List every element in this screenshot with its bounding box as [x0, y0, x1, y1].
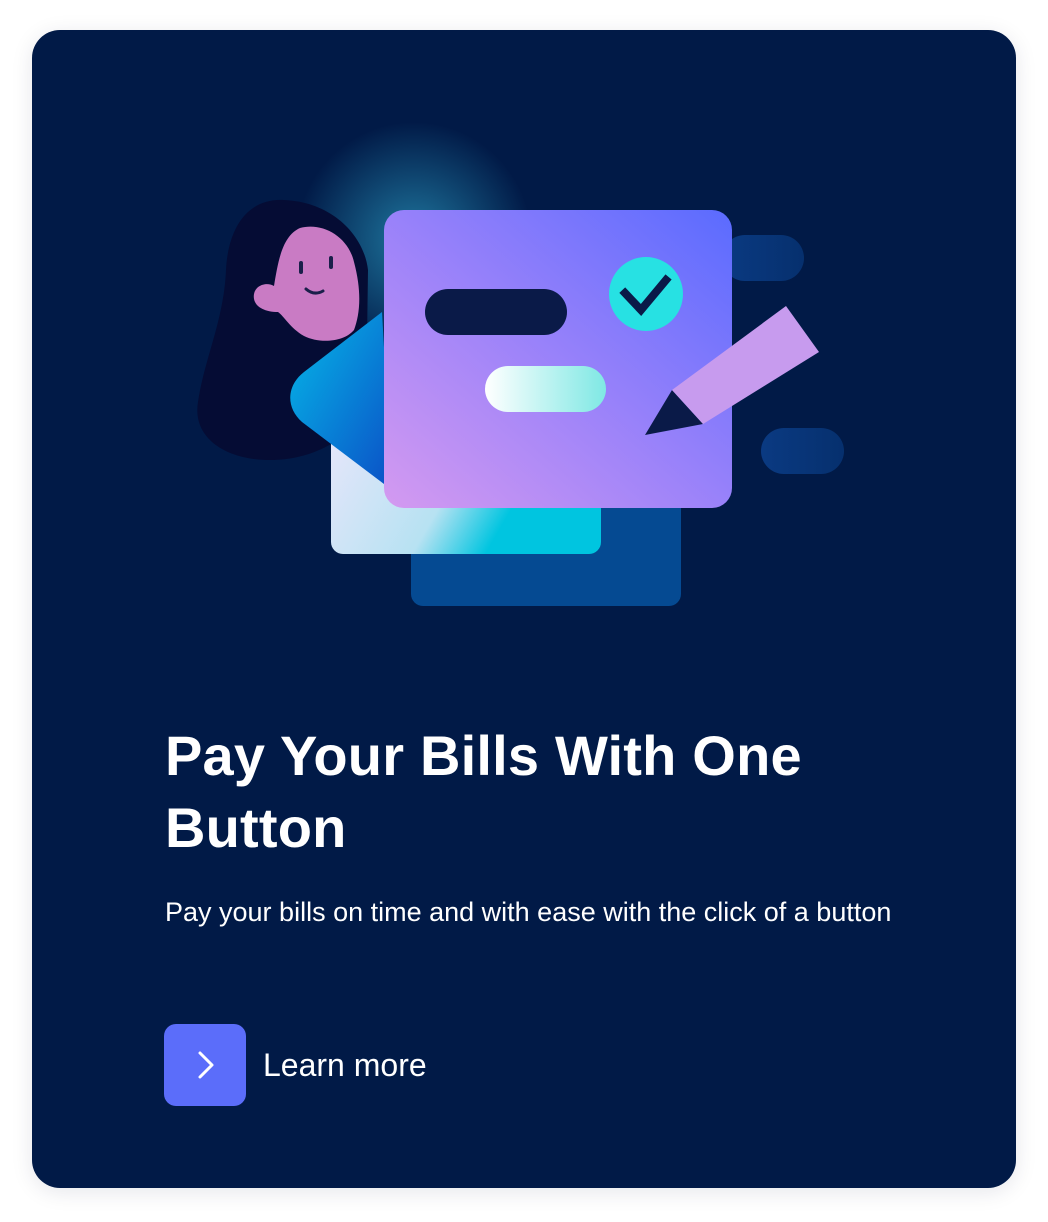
streak-decoration [722, 235, 804, 281]
bill-card-shape [384, 210, 732, 508]
person-eye-shape [299, 261, 303, 274]
bill-line-shape [485, 366, 606, 412]
card-title: Pay Your Bills With One Button [165, 724, 802, 859]
person-eye-shape [329, 256, 333, 269]
learn-more-label: Learn more [263, 1047, 427, 1083]
bill-line-shape [425, 289, 567, 335]
streak-decoration [761, 428, 844, 474]
card-description: Pay your bills on time and with ease wit… [165, 897, 892, 927]
learn-more-link[interactable]: Learn more [164, 1024, 427, 1106]
bill-payment-illustration [197, 122, 844, 606]
check-circle-icon [609, 257, 683, 331]
page: Pay Your Bills With One Button Pay your … [0, 0, 1048, 1222]
chevron-right-icon [198, 1051, 214, 1079]
feature-card: Pay Your Bills With One Button Pay your … [32, 30, 1016, 1188]
learn-more-button[interactable] [164, 1024, 246, 1106]
